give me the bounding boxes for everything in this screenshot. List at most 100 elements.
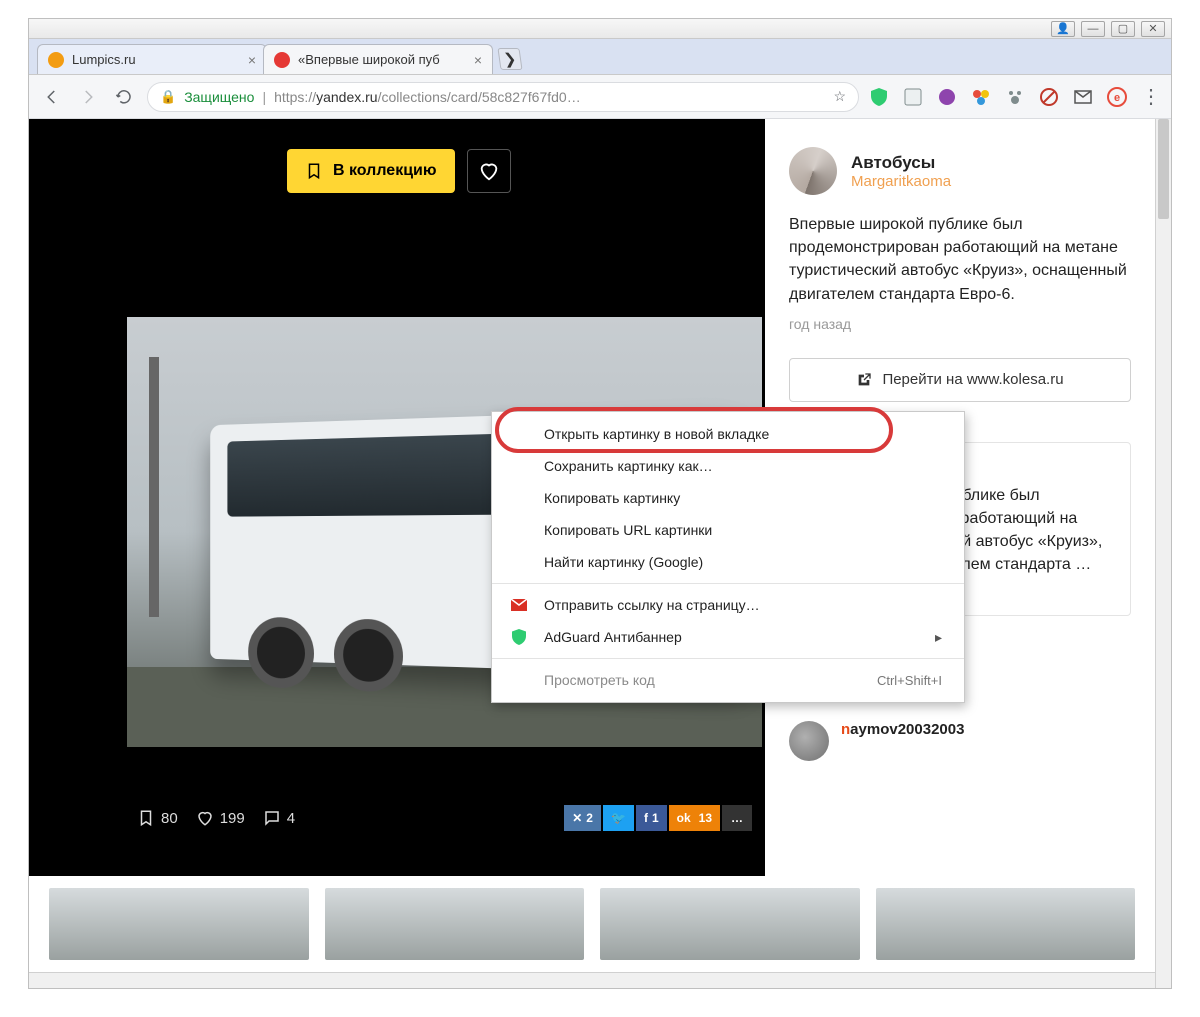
window-minimize-button[interactable]: —: [1081, 21, 1105, 37]
window-titlebar: 👤 — ▢ ✕: [29, 19, 1171, 39]
lock-icon: 🔒: [160, 89, 176, 105]
window-maximize-button[interactable]: ▢: [1111, 21, 1135, 37]
tab-yandex-collections[interactable]: «Впервые широкой пуб ×: [263, 44, 493, 74]
likes-value: 199: [220, 810, 245, 827]
tab-title: Lumpics.ru: [72, 52, 240, 67]
vk-icon: ✕: [572, 811, 582, 825]
author-block[interactable]: Автобусы Margaritkaoma: [789, 147, 1131, 195]
mail-icon: [510, 596, 528, 614]
tab-lumpics[interactable]: Lumpics.ru ×: [37, 44, 267, 74]
likes-count[interactable]: 199: [196, 809, 245, 827]
cm-label: Найти картинку (Google): [544, 554, 703, 570]
comments-value: 4: [287, 810, 295, 827]
comment-username[interactable]: naymov20032003: [841, 721, 964, 738]
cm-open-image-new-tab[interactable]: Открыть картинку в новой вкладке: [492, 418, 964, 450]
menu-button[interactable]: ⋮: [1141, 84, 1161, 109]
cm-copy-image[interactable]: Копировать картинку: [492, 482, 964, 514]
share-ok-button[interactable]: ok13: [669, 805, 720, 831]
window-close-button[interactable]: ✕: [1141, 21, 1165, 37]
share-twitter-button[interactable]: 🐦: [603, 805, 634, 831]
cm-label: AdGuard Антибаннер: [544, 629, 682, 645]
thumbnail[interactable]: [325, 888, 585, 960]
share-vk-button[interactable]: ✕2: [564, 805, 601, 831]
author-avatar: [789, 147, 837, 195]
heart-icon: [196, 809, 214, 827]
cm-shortcut: Ctrl+Shift+I: [877, 673, 942, 688]
url-scheme: https://yandex.ru/collections/card/58c82…: [274, 89, 581, 105]
cm-save-image-as[interactable]: Сохранить картинку как…: [492, 450, 964, 482]
comments-count[interactable]: 4: [263, 809, 295, 827]
card-top-buttons: В коллекцию: [287, 149, 511, 193]
cm-label: Сохранить картинку как…: [544, 458, 713, 474]
purple-ext-icon[interactable]: [937, 87, 957, 107]
share-more-button[interactable]: …: [722, 805, 752, 831]
thumbnail-row: [29, 876, 1155, 972]
thumbnail[interactable]: [600, 888, 860, 960]
svg-text:e: e: [1114, 92, 1120, 104]
horizontal-scrollbar[interactable]: [29, 972, 1155, 988]
toolbar: 🔒 Защищено | https://yandex.ru/collectio…: [29, 75, 1171, 119]
ok-icon: ok: [677, 811, 691, 825]
forward-button[interactable]: [75, 84, 101, 110]
thumbnail[interactable]: [876, 888, 1136, 960]
bookmarks-count[interactable]: 80: [137, 809, 178, 827]
tab-title: «Впервые широкой пуб: [298, 52, 466, 67]
share-facebook-button[interactable]: f1: [636, 805, 667, 831]
block-ext-icon[interactable]: [1039, 87, 1059, 107]
colorful-ext-icon[interactable]: [971, 87, 991, 107]
facebook-icon: f: [644, 811, 648, 825]
cm-send-link[interactable]: Отправить ссылку на страницу…: [492, 589, 964, 621]
bookmarks-value: 80: [161, 810, 178, 827]
page-content: В коллекцию: [29, 119, 1171, 988]
e-ext-icon[interactable]: e: [1107, 87, 1127, 107]
external-link-icon: [856, 372, 872, 388]
cm-label: Открыть картинку в новой вкладке: [544, 426, 769, 442]
scrollbar-thumb[interactable]: [1158, 119, 1169, 219]
author-username: Margaritkaoma: [851, 173, 951, 190]
bookmark-icon: [137, 809, 155, 827]
comment-icon: [263, 809, 281, 827]
paw-ext-icon[interactable]: [1005, 87, 1025, 107]
browser-window: 👤 — ▢ ✕ Lumpics.ru × «Впервые широкой пу…: [28, 18, 1172, 989]
action-bar: 80 199 4 ✕2 🐦 f1 ok13 …: [127, 805, 762, 831]
open-source-button[interactable]: Перейти на www.kolesa.ru: [789, 358, 1131, 402]
tab-close-icon[interactable]: ×: [248, 52, 256, 68]
reload-button[interactable]: [111, 84, 137, 110]
new-tab-button[interactable]: ❯: [497, 48, 522, 70]
collection-name: Автобусы: [851, 153, 951, 173]
thumbnail[interactable]: [49, 888, 309, 960]
vk-count: 2: [586, 811, 593, 825]
mail-ext-icon[interactable]: [1073, 87, 1093, 107]
save-ext-icon[interactable]: [903, 87, 923, 107]
bookmark-icon: [305, 162, 323, 180]
adguard-ext-icon[interactable]: [869, 87, 889, 107]
reload-icon: [115, 88, 133, 106]
secure-label: Защищено: [184, 89, 254, 105]
cm-label: Копировать картинку: [544, 490, 680, 506]
add-to-collection-label: В коллекцию: [333, 162, 437, 180]
fb-count: 1: [652, 811, 659, 825]
cm-adguard-submenu[interactable]: AdGuard Антибаннер ▸: [492, 621, 964, 653]
tab-close-icon[interactable]: ×: [474, 52, 482, 68]
favorite-button[interactable]: [467, 149, 511, 193]
address-bar[interactable]: 🔒 Защищено | https://yandex.ru/collectio…: [147, 82, 859, 112]
vertical-scrollbar[interactable]: [1155, 119, 1171, 988]
cm-copy-image-url[interactable]: Копировать URL картинки: [492, 514, 964, 546]
card-description: Впервые широкой публике был продемонстри…: [789, 213, 1131, 306]
cm-search-image-google[interactable]: Найти картинку (Google): [492, 546, 964, 578]
heart-icon: [478, 160, 500, 182]
comment-avatar[interactable]: [789, 721, 829, 761]
bookmark-star-icon[interactable]: ☆: [833, 88, 846, 105]
window-user-button[interactable]: 👤: [1051, 21, 1075, 37]
tab-strip: Lumpics.ru × «Впервые широкой пуб × ❯: [29, 39, 1171, 75]
cm-label: Просмотреть код: [544, 672, 655, 688]
favicon-icon: [274, 52, 290, 68]
source-label: Перейти на www.kolesa.ru: [882, 371, 1063, 388]
shield-icon: [510, 628, 528, 646]
cm-label: Копировать URL картинки: [544, 522, 712, 538]
cm-inspect[interactable]: Просмотреть код Ctrl+Shift+I: [492, 664, 964, 696]
add-to-collection-button[interactable]: В коллекцию: [287, 149, 455, 193]
social-share-row: ✕2 🐦 f1 ok13 …: [564, 805, 752, 831]
chevron-right-icon: ▸: [935, 629, 942, 646]
back-button[interactable]: [39, 84, 65, 110]
